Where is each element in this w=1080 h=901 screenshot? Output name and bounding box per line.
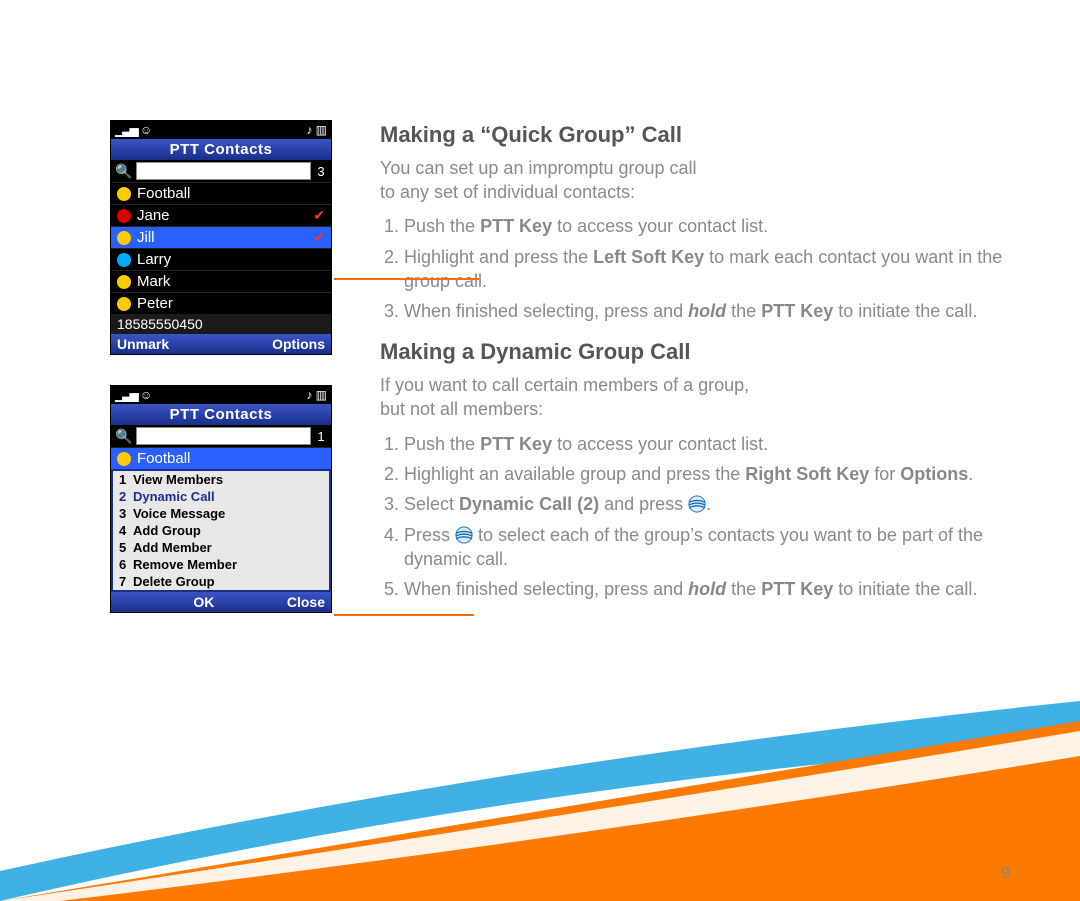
contact-name: Mark	[137, 273, 170, 290]
contact-name: Jane	[137, 207, 170, 224]
phone-number: 18585550450	[111, 314, 331, 334]
contact-name: Larry	[137, 251, 171, 268]
callout-line-jill	[334, 278, 479, 280]
phone-screen-dynamic-group: ▁▃▅ ☺ ♪ ▥ PTT Contacts 🔍 1 Football 1Vie…	[110, 385, 332, 613]
presence-icon	[117, 253, 131, 267]
check-icon: ✔	[313, 207, 325, 224]
menu-item-dynamic-call[interactable]: 2Dynamic Call	[113, 488, 329, 505]
signal-icon: ▁▃▅ ☺	[115, 123, 152, 137]
intro-quick-group: You can set up an impromptu group call t…	[380, 156, 1020, 205]
softkey-bar: Unmark Options	[111, 334, 331, 354]
signal-icon: ▁▃▅ ☺	[115, 388, 152, 402]
search-input[interactable]	[136, 427, 311, 445]
instruction-text: Making a “Quick Group” Call You can set …	[380, 120, 1020, 616]
softkey-center[interactable]: OK	[121, 594, 287, 610]
softkey-right[interactable]: Close	[287, 594, 325, 610]
step: Highlight and press the Left Soft Key to…	[404, 245, 1020, 294]
contact-name: Football	[137, 185, 190, 202]
heading-dynamic-group: Making a Dynamic Group Call	[380, 337, 1020, 367]
steps-quick-group: Push the PTT Key to access your contact …	[380, 214, 1020, 323]
softkey-bar: OK Close	[111, 592, 331, 612]
menu-item-view-members[interactable]: 1View Members	[113, 471, 329, 488]
step: Push the PTT Key to access your contact …	[404, 432, 1020, 456]
menu-item-delete-group[interactable]: 7Delete Group	[113, 573, 329, 590]
callout-line-dynamic-call	[334, 614, 474, 616]
search-count: 3	[315, 164, 327, 179]
phone-screen-quick-group: ▁▃▅ ☺ ♪ ▥ PTT Contacts 🔍 3 Football Jane…	[110, 120, 332, 355]
search-input[interactable]	[136, 162, 311, 180]
search-icon: 🔍	[115, 163, 132, 180]
contact-name: Peter	[137, 295, 173, 312]
page-number: 9	[1001, 865, 1010, 883]
presence-icon	[117, 209, 131, 223]
status-bar: ▁▃▅ ☺ ♪ ▥	[111, 121, 331, 139]
screen-title: PTT Contacts	[111, 139, 331, 160]
contact-row-football[interactable]: Football	[111, 182, 331, 204]
step: Select Dynamic Call (2) and press .	[404, 492, 1020, 516]
group-row-football[interactable]: Football	[111, 447, 331, 469]
presence-icon	[117, 452, 131, 466]
menu-item-remove-member[interactable]: 6Remove Member	[113, 556, 329, 573]
menu-item-add-member[interactable]: 5Add Member	[113, 539, 329, 556]
search-icon: 🔍	[115, 428, 132, 445]
contact-row-peter[interactable]: Peter	[111, 292, 331, 314]
options-menu: 1View Members 2Dynamic Call 3Voice Messa…	[111, 469, 331, 592]
step: When finished selecting, press and hold …	[404, 299, 1020, 323]
globe-icon	[455, 526, 473, 544]
menu-item-add-group[interactable]: 4Add Group	[113, 522, 329, 539]
step: When finished selecting, press and hold …	[404, 577, 1020, 601]
step: Highlight an available group and press t…	[404, 462, 1020, 486]
heading-quick-group: Making a “Quick Group” Call	[380, 120, 1020, 150]
presence-icon	[117, 187, 131, 201]
intro-dynamic-group: If you want to call certain members of a…	[380, 373, 1020, 422]
step: Push the PTT Key to access your contact …	[404, 214, 1020, 238]
contact-name: Jill	[137, 229, 155, 246]
search-row: 🔍 3	[111, 160, 331, 182]
presence-icon	[117, 297, 131, 311]
presence-icon	[117, 275, 131, 289]
menu-item-voice-message[interactable]: 3Voice Message	[113, 505, 329, 522]
steps-dynamic-group: Push the PTT Key to access your contact …	[380, 432, 1020, 602]
globe-icon	[688, 495, 706, 513]
contact-row-jill[interactable]: Jill ✔	[111, 226, 331, 248]
decorative-swoosh	[0, 701, 1080, 901]
step: Press to select each of the group’s cont…	[404, 523, 1020, 572]
status-bar: ▁▃▅ ☺ ♪ ▥	[111, 386, 331, 404]
search-row: 🔍 1	[111, 425, 331, 447]
contact-row-jane[interactable]: Jane ✔	[111, 204, 331, 226]
battery-icon: ♪ ▥	[306, 388, 327, 402]
battery-icon: ♪ ▥	[306, 123, 327, 137]
contact-row-mark[interactable]: Mark	[111, 270, 331, 292]
phone-screenshots: ▁▃▅ ☺ ♪ ▥ PTT Contacts 🔍 3 Football Jane…	[110, 120, 340, 616]
softkey-left[interactable]: Unmark	[117, 336, 169, 352]
contact-row-larry[interactable]: Larry	[111, 248, 331, 270]
screen-title: PTT Contacts	[111, 404, 331, 425]
group-name: Football	[137, 450, 190, 467]
search-count: 1	[315, 429, 327, 444]
softkey-right[interactable]: Options	[272, 336, 325, 352]
check-icon: ✔	[313, 229, 325, 246]
presence-icon	[117, 231, 131, 245]
